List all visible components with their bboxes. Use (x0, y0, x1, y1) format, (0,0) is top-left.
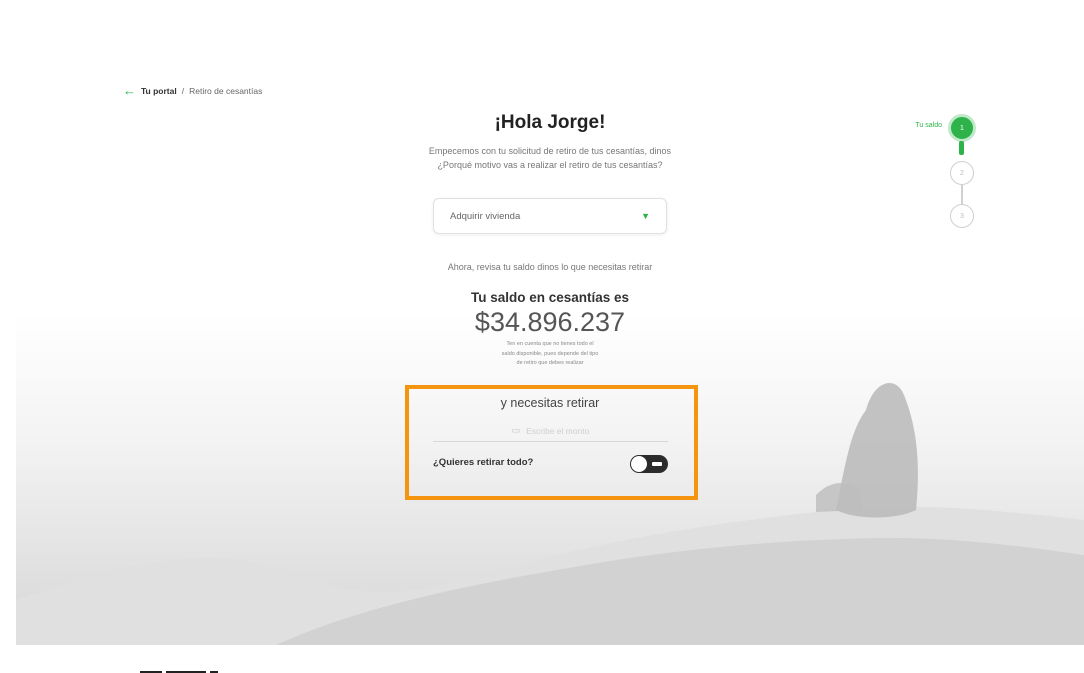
review-text: Ahora, revisa tu saldo dinos lo que nece… (447, 262, 653, 272)
arrow-left-icon[interactable]: ← (123, 84, 136, 97)
step-1[interactable]: 1 (948, 114, 976, 142)
toggle-mark (652, 462, 662, 466)
money-icon: ▭ (511, 425, 521, 435)
withdraw-amount-input[interactable]: ▭ Escribe el monto (433, 420, 668, 442)
withdraw-title: y necesitas retirar (500, 396, 600, 410)
footer-logo (140, 664, 250, 673)
intro-line-1: Empecemos con tu solicitud de retiro de … (428, 146, 672, 156)
toggle-knob (631, 456, 647, 472)
intro-line-2: ¿Porqué motivo vas a realizar el retiro … (437, 160, 663, 170)
reason-select[interactable]: Adquirir vivienda ▼ (433, 198, 667, 234)
intro-text: Empecemos con tu solicitud de retiro de … (370, 144, 730, 172)
reason-select-value: Adquirir vivienda (450, 210, 521, 222)
step-connector-active (959, 141, 964, 155)
balance-note: Ten en cuenta que no tienes todo el sald… (462, 340, 638, 369)
breadcrumb-portal-link[interactable]: Tu portal (141, 86, 177, 96)
balance-label: Tu saldo en cesantías es (470, 290, 630, 305)
breadcrumb-separator: / (181, 85, 185, 96)
chevron-down-icon: ▼ (641, 211, 650, 221)
balance-note-line-3: de retiro que debes realizar (516, 360, 584, 366)
withdraw-amount-placeholder: Escribe el monto (526, 425, 590, 436)
balance-note-line-1: Ten en cuenta que no tienes todo el (506, 341, 594, 347)
step-connector (961, 185, 963, 204)
breadcrumb: ← Tu portal / Retiro de cesantías (123, 84, 262, 97)
withdraw-all-toggle[interactable] (630, 455, 668, 473)
balance-note-line-2: saldo disponible, pues depende del tipo (501, 350, 599, 357)
page-title: ¡Hola Jorge! (494, 112, 606, 133)
breadcrumb-current: Retiro de cesantías (189, 85, 263, 96)
step-3[interactable]: 3 (950, 204, 974, 228)
withdraw-all-label: ¿Quieres retirar todo? (433, 457, 534, 468)
step-2[interactable]: 2 (950, 161, 974, 185)
balance-amount: $34.896.237 (474, 307, 626, 337)
step-current-label: Tu saldo (915, 122, 942, 129)
